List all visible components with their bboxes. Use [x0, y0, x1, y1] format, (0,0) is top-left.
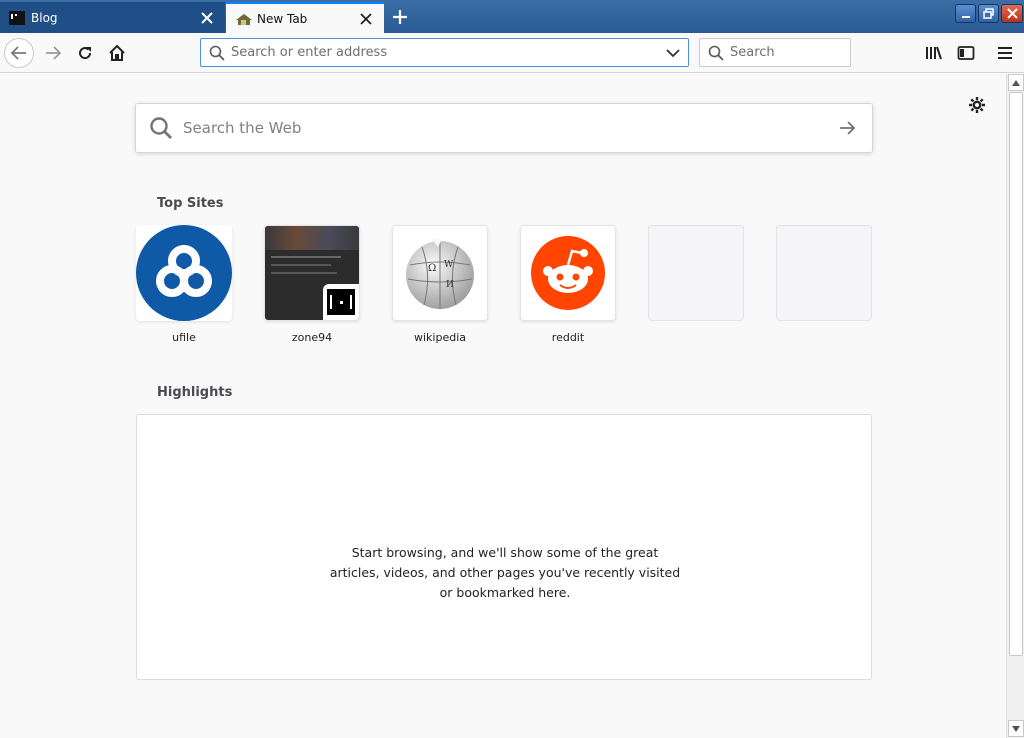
- terminal-favicon-icon: [9, 10, 25, 26]
- tab-blog[interactable]: Blog: [0, 2, 225, 33]
- reload-button[interactable]: [70, 38, 100, 68]
- web-search-box[interactable]: [135, 103, 873, 153]
- hamburger-menu-icon: [998, 47, 1012, 59]
- arrow-right-icon[interactable]: [838, 120, 856, 136]
- address-bar[interactable]: [200, 38, 689, 67]
- highlights-title: Highlights: [157, 385, 233, 400]
- new-tab-button[interactable]: [388, 5, 412, 29]
- vertical-scrollbar[interactable]: [1006, 74, 1024, 738]
- back-button[interactable]: [4, 38, 34, 68]
- top-site-label: wikipedia: [413, 331, 466, 344]
- web-search-input[interactable]: [183, 119, 838, 137]
- reddit-logo-icon: [531, 236, 605, 310]
- new-tab-page: Top Sites ufile zone94: [0, 74, 1006, 738]
- library-button[interactable]: [923, 42, 945, 64]
- close-window-button[interactable]: [1001, 4, 1023, 23]
- minimize-icon: [961, 15, 970, 18]
- top-site-label: reddit: [551, 331, 585, 344]
- svg-text:И: И: [446, 280, 454, 290]
- sidebar-button[interactable]: [955, 42, 977, 64]
- search-input[interactable]: [730, 45, 900, 60]
- top-site-zone94[interactable]: zone94: [264, 225, 360, 344]
- chevron-down-icon: [1012, 725, 1020, 732]
- customize-button[interactable]: [966, 94, 988, 116]
- tab-new-tab[interactable]: New Tab: [226, 2, 384, 33]
- top-site-empty: [648, 225, 744, 331]
- plus-icon: [393, 10, 407, 24]
- search-icon: [209, 45, 225, 61]
- close-icon: [1006, 8, 1018, 19]
- top-site-wikipedia[interactable]: Ω W И wikipedia: [392, 225, 488, 344]
- reload-icon: [79, 47, 92, 60]
- top-site-ufile[interactable]: ufile: [136, 225, 232, 344]
- sidebar-icon: [957, 46, 975, 60]
- top-site-empty: [776, 225, 872, 331]
- home-icon: [109, 44, 125, 61]
- home-button[interactable]: [102, 38, 132, 68]
- highlights-message: Start browsing, and we'll show some of t…: [329, 545, 681, 600]
- arrow-left-icon: [10, 46, 26, 60]
- wikipedia-globe-icon: Ω W И: [406, 239, 474, 309]
- restore-icon: [983, 8, 994, 19]
- close-tab-icon[interactable]: [358, 11, 374, 27]
- library-icon: [926, 46, 942, 60]
- close-tab-icon[interactable]: [199, 10, 215, 26]
- ufile-logo-icon: [136, 225, 232, 321]
- top-sites-title: Top Sites: [157, 196, 224, 211]
- search-bar[interactable]: [699, 38, 900, 67]
- tab-title: Blog: [31, 10, 58, 25]
- navigation-toolbar: [0, 33, 1024, 73]
- search-icon: [149, 116, 173, 140]
- scroll-up-button[interactable]: [1008, 74, 1024, 91]
- tab-strip: Blog New Tab: [0, 0, 1024, 33]
- zone94-favicon-icon: [323, 284, 359, 320]
- gear-icon: [969, 97, 985, 113]
- top-site-label: ufile: [172, 331, 196, 344]
- svg-text:W: W: [444, 260, 454, 270]
- svg-text:Ω: Ω: [428, 263, 436, 274]
- arrow-right-icon: [46, 46, 62, 60]
- top-site-label: zone94: [291, 331, 333, 344]
- scroll-down-button[interactable]: [1008, 720, 1024, 737]
- tab-title: New Tab: [257, 11, 308, 26]
- newtab-favicon-icon: [235, 11, 252, 27]
- search-icon: [708, 45, 724, 61]
- highlights-empty-state: Start browsing, and we'll show some of t…: [136, 414, 872, 680]
- top-site-reddit[interactable]: reddit: [520, 225, 616, 344]
- menu-button[interactable]: [994, 42, 1016, 64]
- chevron-up-icon: [1012, 79, 1020, 86]
- forward-button[interactable]: [38, 38, 68, 68]
- minimize-button[interactable]: [955, 4, 976, 23]
- scrollbar-thumb[interactable]: [1009, 92, 1023, 656]
- address-input[interactable]: [231, 45, 658, 60]
- chevron-down-icon[interactable]: [666, 48, 680, 58]
- restore-button[interactable]: [978, 4, 999, 23]
